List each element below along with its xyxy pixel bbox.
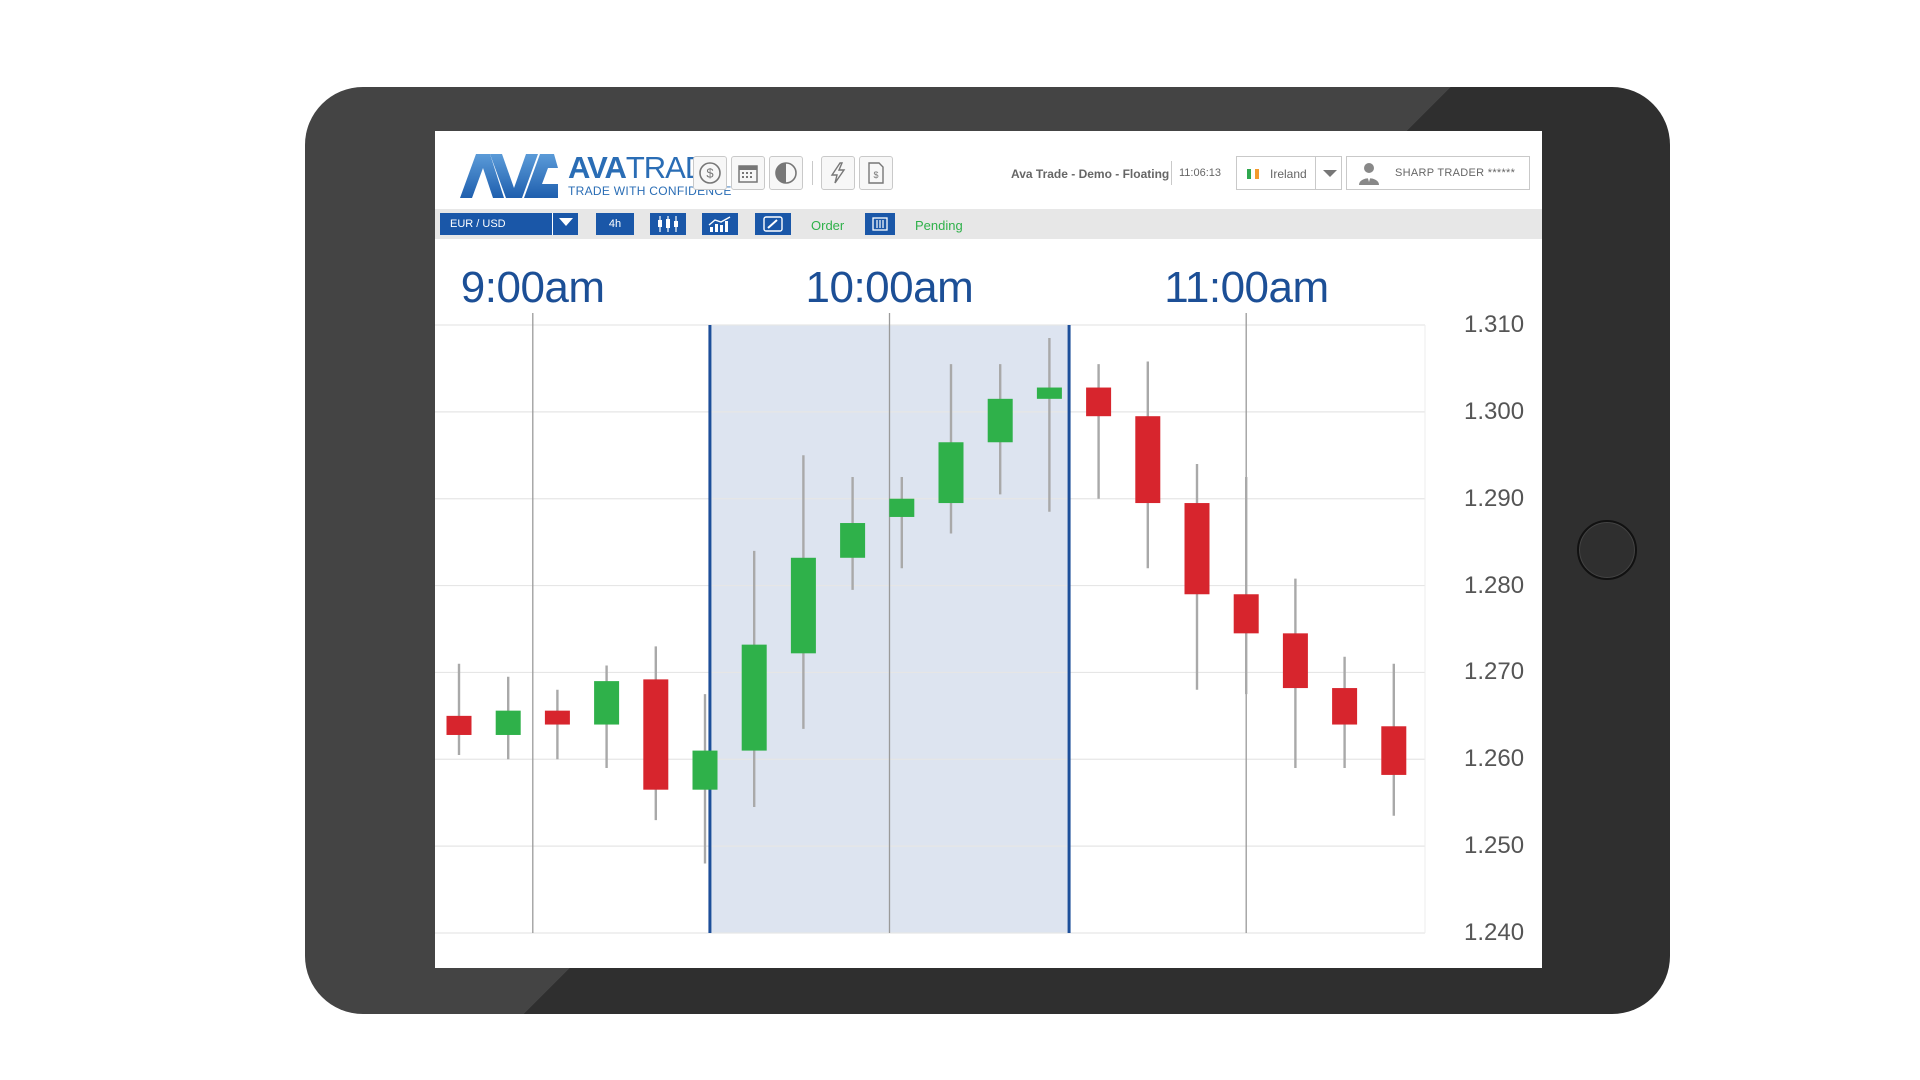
avatrade-logo: AVATRADE TRADE WITH CONFIDENCE [460, 150, 732, 198]
pending-list-button[interactable] [865, 213, 895, 235]
candle-body-bull [495, 710, 521, 735]
calendar-button[interactable] [731, 156, 765, 190]
candle-body-bear [1332, 688, 1358, 725]
account-menu[interactable]: SHARP TRADER ****** [1346, 156, 1530, 190]
candle-body-bear [1086, 387, 1112, 417]
indicators-button[interactable] [702, 213, 738, 235]
y-tick-label: 1.270 [1464, 658, 1525, 686]
stage: AVATRADE TRADE WITH CONFIDENCE $ $ Ava T… [0, 0, 1920, 1080]
deposit-button[interactable]: $ [693, 156, 727, 190]
calendar-icon [738, 165, 758, 183]
chart-canvas[interactable] [435, 239, 1542, 968]
chart-toolbar: EUR / USD 4h Order Pending [435, 209, 1542, 239]
order-link[interactable]: Order [811, 218, 844, 233]
instrument-select[interactable]: EUR / USD [440, 213, 578, 235]
candle-body-bear [643, 679, 669, 790]
time-label: 11:00am [1164, 263, 1329, 312]
candle-body-bull [741, 644, 767, 751]
candle-body-bear [1282, 633, 1308, 689]
app-header: AVATRADE TRADE WITH CONFIDENCE $ $ Ava T… [435, 131, 1542, 209]
line-chart-icon [708, 216, 731, 232]
y-tick-label: 1.290 [1464, 484, 1525, 512]
clock-label: 11:06:13 [1179, 167, 1222, 179]
candle-body-bear [544, 710, 570, 725]
svg-text:$: $ [873, 170, 878, 180]
header-divider [1171, 161, 1172, 185]
y-tick-label: 1.240 [1464, 919, 1525, 946]
document-icon: $ [868, 162, 884, 184]
user-avatar-icon [1359, 163, 1379, 185]
time-label: 10:00am [805, 263, 974, 312]
chart-type-button[interactable] [650, 213, 686, 235]
candle-body-bull [889, 498, 915, 517]
y-tick-label: 1.300 [1464, 397, 1525, 425]
timeframe-label: 4h [608, 218, 622, 230]
svg-text:$: $ [706, 166, 714, 181]
draw-button[interactable] [755, 213, 791, 235]
chevron-down-icon[interactable] [552, 213, 578, 235]
pending-list-icon [872, 217, 888, 231]
timeframe-button[interactable]: 4h [596, 213, 634, 235]
price-chart[interactable]: 9:00am 10:00am 11:00am 1.310 1.300 1.290 1.280… [435, 239, 1542, 968]
candle-body-bear [1233, 594, 1259, 634]
candle-body-bull [987, 398, 1013, 443]
ireland-flag-icon [1247, 169, 1259, 179]
ava-logo-mark-icon [460, 153, 558, 198]
quick-trade-button[interactable] [821, 156, 855, 190]
candle-body-bull [1036, 387, 1062, 399]
candle-body-bull [692, 750, 718, 790]
header-divider [812, 161, 813, 185]
instrument-label: EUR / USD [450, 218, 506, 230]
candle-body-bear [1184, 503, 1210, 595]
y-tick-label: 1.310 [1464, 311, 1525, 338]
candle-body-bear [446, 715, 472, 735]
theme-button[interactable] [769, 156, 803, 190]
y-tick-label: 1.280 [1464, 571, 1525, 599]
contrast-icon [775, 162, 797, 184]
pending-link[interactable]: Pending [915, 218, 963, 233]
chevron-down-icon[interactable] [1315, 157, 1343, 189]
edit-icon [763, 216, 783, 232]
home-button[interactable] [1577, 520, 1637, 580]
candle-body-bull [938, 442, 964, 504]
lightning-icon [830, 162, 846, 184]
server-label: Ava Trade - Demo - Floating [1011, 167, 1170, 181]
candle-body-bear [1135, 416, 1161, 504]
candle-body-bull [594, 681, 620, 725]
candlestick-icon [658, 216, 678, 232]
time-label: 9:00am [460, 263, 605, 312]
region-label: Ireland [1270, 167, 1307, 181]
report-button[interactable]: $ [859, 156, 893, 190]
region-select[interactable]: Ireland [1236, 156, 1342, 190]
dollar-icon: $ [699, 162, 721, 184]
candle-body-bull [840, 523, 866, 558]
candle-body-bear [1381, 726, 1407, 775]
candle-body-bull [790, 557, 816, 654]
user-label: SHARP TRADER ****** [1395, 167, 1516, 179]
trading-screen: AVATRADE TRADE WITH CONFIDENCE $ $ Ava T… [435, 131, 1542, 968]
y-tick-label: 1.250 [1464, 832, 1525, 860]
y-tick-label: 1.260 [1464, 745, 1525, 773]
brand-part-1: AVA [568, 150, 627, 185]
